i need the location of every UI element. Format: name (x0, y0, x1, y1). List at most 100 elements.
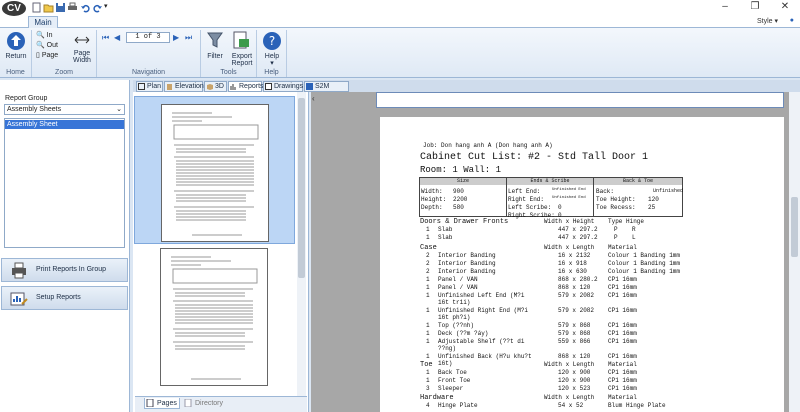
page-thumbnail-2[interactable] (134, 244, 295, 392)
toe-header: Toe (420, 361, 433, 369)
toe-row-dimension: 120 x 523 (558, 385, 591, 392)
save-icon[interactable] (55, 2, 66, 13)
divider (593, 178, 594, 216)
filter-icon[interactable] (207, 31, 223, 49)
report-group-value: Assembly Sheets (7, 106, 62, 113)
app-logo[interactable]: CV (2, 1, 26, 16)
page-width-icon[interactable] (74, 33, 90, 47)
room-line: Room: 1 Wall: 1 (420, 165, 502, 175)
collapse-arrow-icon[interactable]: ‹ (312, 94, 315, 103)
help-dropdown-icon: ▾ (270, 60, 274, 67)
thumbnail-scrollbar[interactable] (297, 92, 306, 396)
thumbnail-page-2-lines (171, 256, 258, 380)
zoom-in-button[interactable]: 🔍 In (36, 31, 53, 41)
prev-page-icon[interactable]: ◀ (114, 33, 120, 42)
report-list[interactable] (4, 118, 125, 248)
doors-type-header: Type Hinge (608, 218, 645, 225)
case-header: Case (420, 244, 437, 252)
case-row-qty: 1 (426, 330, 430, 337)
thumbnail-scroll-thumb[interactable] (298, 98, 305, 278)
navigation-group: ⏮ ◀ 1 of 3 ▶ ⏭ Navigation (97, 30, 201, 77)
print-reports-button[interactable]: Print Reports In Group (1, 258, 128, 282)
tab-s2m-center[interactable]: S2M Center (304, 81, 349, 99)
return-button[interactable]: Return (0, 53, 32, 60)
qat-customize-icon[interactable]: ▾ (104, 2, 115, 13)
case-row-material: CP1 16mm (608, 322, 637, 329)
page-width-label-2: Width (73, 57, 91, 64)
new-file-icon[interactable] (31, 2, 42, 13)
chevron-down-icon: ⌄ (116, 106, 122, 113)
help-circle-icon[interactable]: ? (262, 31, 282, 51)
case-row-name: Unfinished Back (H?u khu?t (438, 353, 532, 360)
toe-row-name: Front Toe (438, 377, 471, 384)
maximize-icon[interactable]: ❐ (740, 0, 770, 14)
case-row-dimension: 868 x 120 (558, 353, 591, 360)
case-row-name: Adjustable Shelf (??t di (438, 338, 525, 345)
undo-icon[interactable] (80, 2, 91, 13)
tab-drawings-label: Drawings (274, 83, 304, 90)
case-row-name: Unfinished Left End (M?i (438, 292, 525, 299)
door-row-hinge: L (632, 234, 636, 241)
case-row-qty: 2 (426, 252, 430, 259)
last-page-icon[interactable]: ⏭ (185, 33, 192, 43)
export-report-icon[interactable] (232, 31, 250, 49)
s2m-center-icon (306, 83, 313, 90)
case-row-material: CP1 16mm (608, 292, 637, 299)
report-group-select[interactable]: Assembly Sheets ⌄ (4, 104, 125, 115)
next-page-icon[interactable]: ▶ (173, 33, 179, 42)
report-group-label: Report Group (5, 95, 48, 102)
zoom-page-button[interactable]: ▯ Page (36, 51, 58, 61)
case-row-name-cont: 16t ph?i) (438, 314, 471, 321)
redo-icon[interactable] (92, 2, 103, 13)
filter-button[interactable]: Filter (204, 53, 226, 60)
case-row-material: CP1 16mm (608, 338, 637, 345)
right-end-value: Unfinished End (552, 196, 586, 200)
case-row-name: Deck (??m ?áy) (438, 330, 489, 337)
close-icon[interactable]: ✕ (770, 0, 800, 14)
case-row-qty: 2 (426, 268, 430, 275)
case-row-material: Colour 1 Banding 1mm (608, 260, 681, 267)
tab-directory[interactable]: Directory (183, 398, 227, 409)
preview-scrollbar[interactable] (789, 92, 800, 412)
setup-reports-button[interactable]: Setup Reports (1, 286, 128, 310)
first-page-icon[interactable]: ⏮ (102, 33, 109, 43)
tab-3d[interactable]: 3D (204, 81, 227, 92)
tab-drawings[interactable]: Drawings (263, 81, 303, 92)
tab-reports[interactable]: Reports (228, 81, 264, 92)
case-row-name: Unfinished Right End (M?i (438, 307, 529, 314)
zoom-out-icon: 🔍 (36, 42, 45, 49)
case-row-dimension: 579 x 868 (558, 322, 591, 329)
export-report-button[interactable]: Export Report (228, 53, 256, 67)
navigation-group-label: Navigation (131, 69, 166, 76)
tab-pages[interactable]: Pages (144, 398, 180, 409)
thumbnail-page-1-lines (172, 112, 259, 236)
preview-scroll-thumb[interactable] (791, 197, 798, 257)
zoom-group-label: Zoom (55, 69, 73, 76)
list-item[interactable]: Assembly Sheet (5, 120, 124, 129)
hardware-row-name: Hinge Plate (438, 402, 478, 409)
toe-row-qty: 1 (426, 369, 430, 376)
page-indicator-input[interactable]: 1 of 3 (126, 32, 170, 43)
page-width-button[interactable]: Page Width (68, 50, 96, 64)
report-title: Cabinet Cut List: #2 - Std Tall Door 1 (420, 152, 649, 163)
help-button[interactable]: Help ▾ (257, 53, 287, 67)
case-row-material: CP1 16mm (608, 330, 637, 337)
minimize-icon[interactable]: – (710, 0, 740, 14)
style-menu[interactable]: Style ▾ (757, 17, 778, 25)
case-row-name-cont: 16t tr1i) (438, 299, 471, 306)
back-label: Back: (596, 188, 615, 195)
door-row-qty: 1 (426, 226, 430, 233)
case-row-name: Interior Banding (438, 268, 496, 275)
tab-plan[interactable]: Plan (136, 81, 163, 92)
zoom-out-button[interactable]: 🔍 Out (36, 41, 58, 51)
page-thumbnail-1[interactable] (134, 96, 295, 244)
drawings-icon (265, 83, 272, 90)
return-icon[interactable] (6, 31, 26, 51)
thumbnail-page-1 (161, 104, 269, 242)
open-folder-icon[interactable] (43, 2, 54, 13)
tools-group: Filter Export Report Tools (201, 30, 257, 77)
tab-elevation[interactable]: Elevation (164, 81, 204, 92)
help-icon[interactable]: ● (790, 17, 794, 24)
plan-icon (138, 83, 145, 90)
print-icon[interactable] (67, 2, 78, 13)
